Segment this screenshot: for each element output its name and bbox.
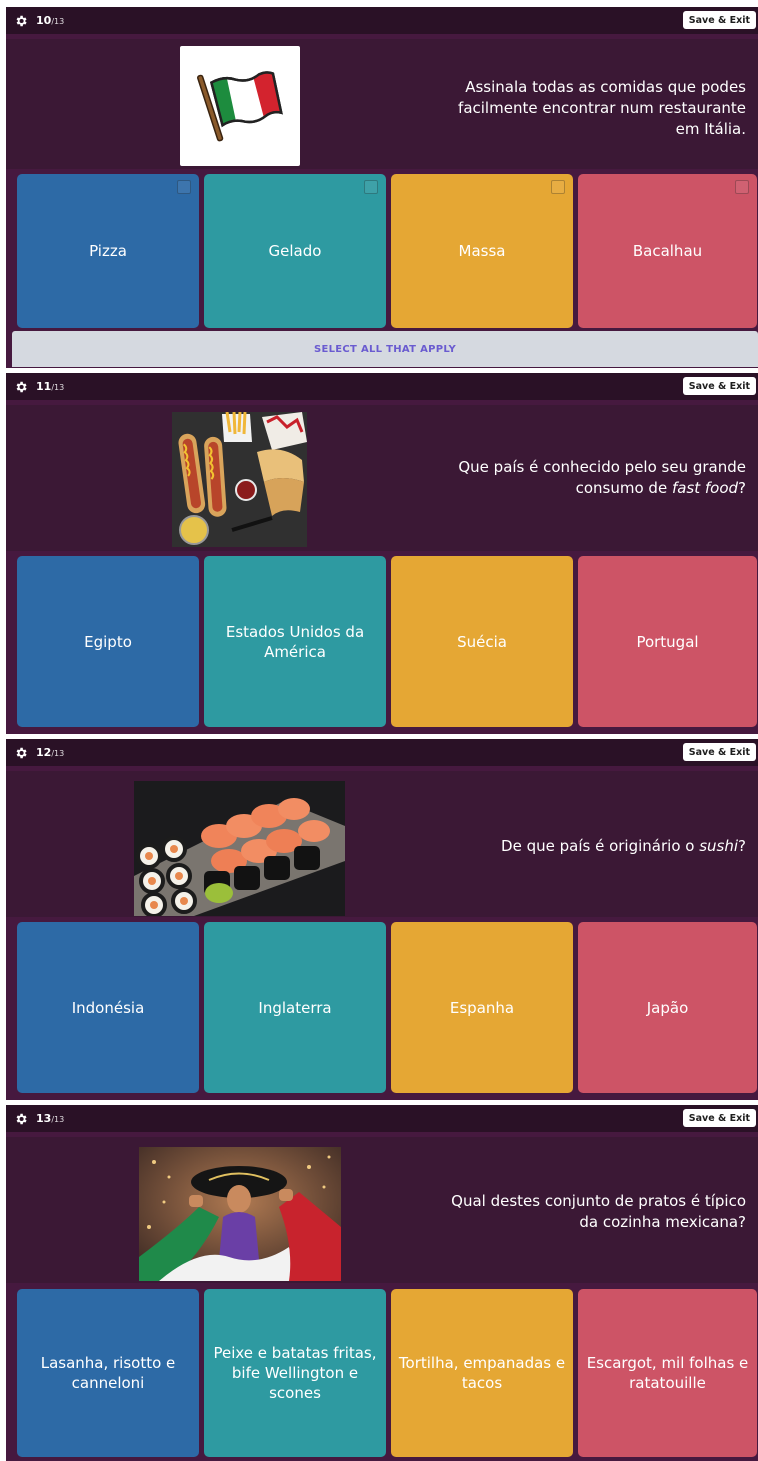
question-area: Assinala todas as comidas que podes faci… xyxy=(6,39,758,169)
option-label: Inglaterra xyxy=(258,998,332,1017)
option-label: Massa xyxy=(458,242,506,260)
checkbox[interactable] xyxy=(177,180,191,194)
quiz-panel-13: 13/13 Save & Exit Qual destes conjunto d… xyxy=(6,1105,758,1461)
answer-option-1[interactable]: Pizza xyxy=(17,174,199,328)
answer-option-3[interactable]: Suécia xyxy=(391,556,573,727)
option-label: Pizza xyxy=(89,242,127,260)
top-bar: 11/13 Save & Exit xyxy=(6,373,758,400)
italian-flag-image xyxy=(180,46,300,166)
question-text-emphasis: sushi xyxy=(699,837,739,855)
gear-icon[interactable] xyxy=(14,746,28,760)
answer-option-3[interactable]: Massa xyxy=(391,174,573,328)
answer-option-2[interactable]: Peixe e batatas fritas, bife Wellington … xyxy=(204,1289,386,1457)
option-label: Suécia xyxy=(457,632,507,651)
answer-option-2[interactable]: Gelado xyxy=(204,174,386,328)
gear-icon[interactable] xyxy=(14,14,28,28)
checkbox[interactable] xyxy=(364,180,378,194)
option-label: Lasanha, risotto e canneloni xyxy=(40,1354,176,1392)
question-text: Qual destes conjunto de pratos é típico … xyxy=(451,1192,746,1231)
top-bar: 12/13 Save & Exit xyxy=(6,739,758,766)
answer-option-2[interactable]: Inglaterra xyxy=(204,922,386,1093)
checkbox[interactable] xyxy=(735,180,749,194)
question-counter: 12/13 xyxy=(36,746,65,759)
question-area: De que país é originário o sushi? xyxy=(6,771,758,917)
option-label: Japão xyxy=(646,998,689,1017)
question-counter: 11/13 xyxy=(36,380,65,393)
answer-option-3[interactable]: Tortilha, empanadas e tacos xyxy=(391,1289,573,1457)
checkbox[interactable] xyxy=(551,180,565,194)
save-exit-button[interactable]: Save & Exit xyxy=(682,743,756,761)
answer-option-4[interactable]: Portugal xyxy=(578,556,757,727)
fast-food-image xyxy=(172,412,307,547)
gear-icon[interactable] xyxy=(14,380,28,394)
quiz-panel-12: 12/13 Save & Exit De que país é originár… xyxy=(6,739,758,1100)
answer-option-2[interactable]: Estados Unidos da América xyxy=(204,556,386,727)
save-exit-button[interactable]: Save & Exit xyxy=(682,377,756,395)
option-label: Bacalhau xyxy=(632,242,703,260)
option-label: Egipto xyxy=(84,632,132,651)
question-area: Que país é conhecido pelo seu grande con… xyxy=(6,405,758,551)
question-text: De que país é originário o sushi? xyxy=(501,837,746,855)
top-bar: 13/13 Save & Exit xyxy=(6,1105,758,1132)
answer-option-4[interactable]: Japão xyxy=(578,922,757,1093)
option-label: Escargot, mil folhas e ratatouille xyxy=(586,1354,749,1392)
answer-option-4[interactable]: Escargot, mil folhas e ratatouille xyxy=(578,1289,757,1457)
question-counter: 13/13 xyxy=(36,1112,65,1125)
save-exit-button[interactable]: Save & Exit xyxy=(682,11,756,29)
quiz-panel-11: 11/13 Save & Exit Que país é conhecido p… xyxy=(6,373,758,734)
question-area: Qual destes conjunto de pratos é típico … xyxy=(6,1137,758,1283)
question-text: Que país é conhecido pelo seu grande con… xyxy=(458,458,746,497)
mariachi-image xyxy=(139,1147,341,1281)
answer-option-1[interactable]: Lasanha, risotto e canneloni xyxy=(17,1289,199,1457)
option-label: Portugal xyxy=(636,632,699,651)
option-label: Estados Unidos da América xyxy=(225,622,365,661)
option-label: Espanha xyxy=(449,998,515,1017)
top-bar: 10/13 Save & Exit xyxy=(6,7,758,34)
answer-option-1[interactable]: Indonésia xyxy=(17,922,199,1093)
sushi-image xyxy=(134,781,345,916)
answer-option-3[interactable]: Espanha xyxy=(391,922,573,1093)
gear-icon[interactable] xyxy=(14,1112,28,1126)
option-label: Tortilha, empanadas e tacos xyxy=(398,1354,566,1392)
option-label: Gelado xyxy=(268,242,322,260)
question-counter: 10/13 xyxy=(36,14,65,27)
question-text: Assinala todas as comidas que podes faci… xyxy=(458,78,746,138)
question-text-emphasis: fast food xyxy=(671,479,739,497)
select-all-hint: SELECT ALL THAT APPLY xyxy=(12,331,758,367)
quiz-panel-10: 10/13 Save & Exit Assinala todas as comi… xyxy=(6,7,758,368)
option-label: Indonésia xyxy=(71,998,145,1017)
save-exit-button[interactable]: Save & Exit xyxy=(682,1109,756,1127)
answer-option-4[interactable]: Bacalhau xyxy=(578,174,757,328)
option-label: Peixe e batatas fritas, bife Wellington … xyxy=(213,1344,377,1402)
answer-option-1[interactable]: Egipto xyxy=(17,556,199,727)
